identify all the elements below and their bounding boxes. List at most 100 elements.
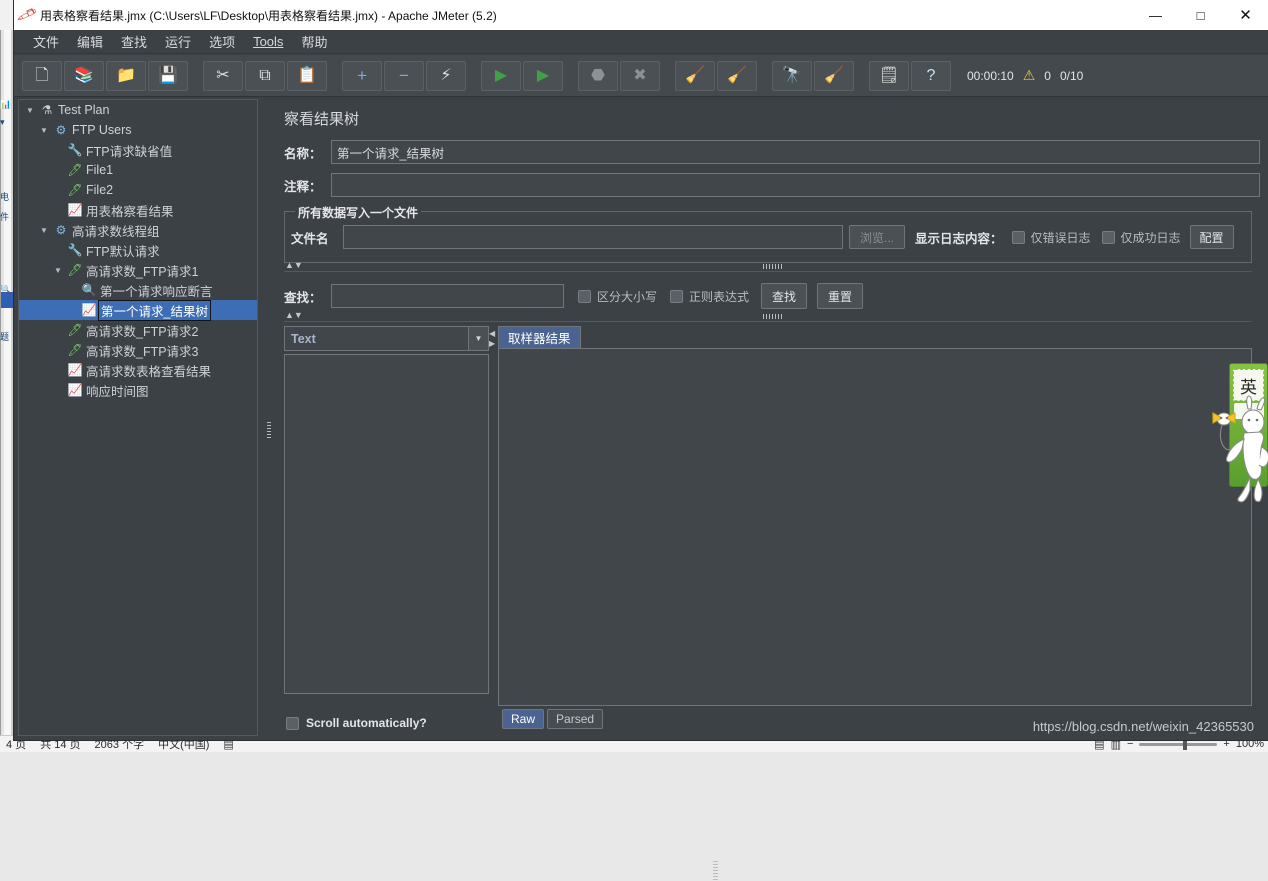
splitter-right-arrow-icon[interactable]: ▶: [489, 339, 495, 348]
results-splitter-grip[interactable]: [713, 861, 718, 881]
tree-node-15[interactable]: 📈 响应时间图: [19, 380, 257, 400]
help-button[interactable]: ?: [911, 60, 951, 91]
splitter-collapse-arrows-top[interactable]: ▲ ▼: [285, 260, 303, 270]
bg-zoom-knob[interactable]: [1183, 738, 1188, 750]
stop-button[interactable]: ⬣: [578, 60, 618, 91]
shutdown-button[interactable]: ✖: [620, 60, 660, 91]
render-output-textarea[interactable]: [284, 354, 489, 694]
filename-input[interactable]: [343, 225, 843, 249]
tree-splitter-grip[interactable]: [266, 420, 272, 442]
tree-node-6[interactable]: 📈 用表格察看结果: [19, 200, 257, 220]
splitter-collapse-arrows-bottom[interactable]: ▲ ▼: [285, 310, 303, 320]
test-plan-tree[interactable]: ▼ ⚗ Test Plan ▼ ⚙ FTP Users 🔧 FTP请求缺省值 🖊 File1 🖊 Fi…: [18, 99, 258, 736]
scroll-automatically-checkbox[interactable]: Scroll automatically?: [286, 716, 427, 730]
warning-icon[interactable]: ⚠: [1023, 67, 1036, 84]
tree-expand-toggle-icon[interactable]: ▼: [23, 106, 37, 115]
tree-expand-toggle-icon[interactable]: ▼: [37, 126, 51, 135]
splitter-up-arrow-2-icon[interactable]: ▲: [285, 310, 294, 320]
start-no-timers-button[interactable]: ▶: [523, 60, 563, 91]
paste-button[interactable]: 📋: [287, 60, 327, 91]
raw-parsed-tabstrip[interactable]: Raw Parsed: [502, 709, 604, 729]
menu-help[interactable]: 帮助: [292, 30, 336, 53]
tree-node-4[interactable]: 🖊 File1: [19, 160, 257, 180]
chevron-down-icon[interactable]: ▼: [468, 327, 488, 350]
collapse-all-icon: −: [399, 66, 409, 85]
splitter-down-arrow-2-icon[interactable]: ▼: [294, 310, 303, 320]
splitter-left-arrow-icon[interactable]: ◀: [489, 329, 495, 338]
name-input[interactable]: 第一个请求_结果树: [331, 140, 1260, 164]
config-element-icon: 🔧: [67, 143, 83, 157]
tree-expand-toggle-icon[interactable]: ▼: [37, 226, 51, 235]
tree-node-10[interactable]: 🔍 第一个请求响应断言: [19, 280, 257, 300]
sampler-result-content[interactable]: [498, 348, 1252, 706]
save-button[interactable]: 💾: [148, 60, 188, 91]
tree-node-8[interactable]: 🔧 FTP默认请求: [19, 240, 257, 260]
bg-zoom-slider[interactable]: [1139, 738, 1218, 750]
tree-node-14[interactable]: 📈 高请求数表格查看结果: [19, 360, 257, 380]
results-splitter-arrows[interactable]: ◀ ▶: [489, 329, 495, 348]
splitter-grip-bottom[interactable]: [763, 314, 783, 319]
menu-search[interactable]: 查找: [112, 30, 156, 53]
scroll-automatically-box-icon[interactable]: [286, 716, 299, 730]
comment-input[interactable]: [331, 173, 1260, 197]
tab-sampler-result[interactable]: 取样器结果: [498, 326, 581, 348]
errors-only-box-icon[interactable]: [1011, 230, 1025, 244]
tree-node-2[interactable]: ▼ ⚙ FTP Users: [19, 120, 257, 140]
copy-button[interactable]: ⧉: [245, 60, 285, 91]
search-button[interactable]: 🔭: [772, 60, 812, 91]
grip-dots-icon: [267, 422, 271, 440]
close-button[interactable]: ✕: [1223, 0, 1268, 30]
splitter-grip-top[interactable]: [763, 264, 783, 269]
tree-node-11[interactable]: 📈 第一个请求_结果树: [19, 299, 257, 321]
tree-node-13[interactable]: 🖊 高请求数_FTP请求3: [19, 340, 257, 360]
menu-run[interactable]: 运行: [156, 30, 200, 53]
reset-button[interactable]: 重置: [817, 283, 864, 309]
menu-tools[interactable]: Tools: [244, 32, 292, 51]
open-button[interactable]: 📁: [106, 60, 146, 91]
menu-edit[interactable]: 编辑: [68, 30, 112, 53]
renderer-select[interactable]: Text ▼: [284, 326, 489, 351]
tree-node-7[interactable]: ▼ ⚙ 高请求数线程组: [19, 220, 257, 240]
maximize-button[interactable]: □: [1178, 0, 1223, 30]
regex-box-icon[interactable]: [670, 289, 684, 303]
case-sensitive-checkbox[interactable]: 区分大小写: [578, 288, 657, 305]
splitter-down-arrow-icon[interactable]: ▼: [294, 260, 303, 270]
browse-button[interactable]: 浏览...: [849, 225, 905, 249]
tree-node-3[interactable]: 🔧 FTP请求缺省值: [19, 140, 257, 160]
splitter-up-arrow-icon[interactable]: ▲: [285, 260, 294, 270]
tree-node-5[interactable]: 🖊 File2: [19, 180, 257, 200]
tree-splitter[interactable]: [262, 99, 276, 736]
search-input[interactable]: [331, 284, 564, 308]
success-only-box-icon[interactable]: [1101, 230, 1115, 244]
toggle-button[interactable]: ⚡: [426, 60, 466, 91]
cut-button[interactable]: ✂: [203, 60, 243, 91]
regex-checkbox[interactable]: 正则表达式: [670, 288, 749, 305]
case-sensitive-box-icon[interactable]: [578, 289, 591, 303]
templates-button[interactable]: 📚: [64, 60, 104, 91]
subtab-parsed[interactable]: Parsed: [547, 709, 604, 729]
collapse-all-button[interactable]: −: [384, 60, 424, 91]
tree-expand-toggle-icon[interactable]: ▼: [51, 266, 65, 275]
configure-button[interactable]: 配置: [1189, 225, 1234, 249]
menu-file[interactable]: 文件: [24, 30, 68, 53]
clear-all-button[interactable]: 🧹: [814, 60, 854, 91]
minimize-button[interactable]: —: [1133, 0, 1178, 30]
result-tabstrip[interactable]: 取样器结果: [498, 326, 581, 348]
tree-node-label: FTP请求缺省值: [86, 144, 173, 159]
remote-start-all-button[interactable]: 🧹: [675, 60, 715, 91]
subtab-raw[interactable]: Raw: [502, 709, 545, 729]
errors-only-checkbox[interactable]: 仅错误日志: [1011, 229, 1091, 246]
menubar: 文件 编辑 查找 运行 选项 Tools 帮助: [14, 30, 1268, 54]
tree-node-9[interactable]: ▼ 🖊 高请求数_FTP请求1: [19, 260, 257, 280]
tree-node-1[interactable]: ▼ ⚗ Test Plan: [19, 100, 257, 120]
function-helper-button[interactable]: 🗒: [869, 60, 909, 91]
success-only-checkbox[interactable]: 仅成功日志: [1101, 229, 1181, 246]
remote-stop-all-button[interactable]: 🧹: [717, 60, 757, 91]
tree-node-12[interactable]: 🖊 高请求数_FTP请求2: [19, 320, 257, 340]
start-button[interactable]: ▶: [481, 60, 521, 91]
expand-all-button[interactable]: +: [342, 60, 382, 91]
new-test-plan-button[interactable]: 🗋: [22, 60, 62, 91]
tree-node-label: FTP默认请求: [86, 244, 160, 259]
search-button[interactable]: 查找: [761, 283, 808, 309]
menu-options[interactable]: 选项: [200, 30, 244, 53]
